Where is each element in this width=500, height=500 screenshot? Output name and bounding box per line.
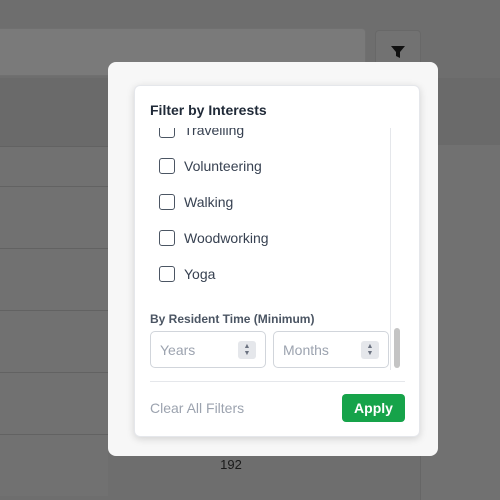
months-stepper[interactable]: ▲ ▼ [361,341,379,359]
clear-all-filters-link[interactable]: Clear All Filters [150,400,244,416]
interest-option[interactable]: Volunteering [159,156,262,176]
interest-label: Yoga [184,266,216,282]
background-table-row [0,248,108,310]
filter-panel: Filter by Interests Travelling Volunteer… [134,85,420,437]
interest-option[interactable]: Walking [159,192,233,212]
chevron-up-icon[interactable]: ▲ [244,343,251,350]
interest-label: Woodworking [184,230,269,246]
interest-label: Travelling [184,128,245,138]
background-table-row [0,434,108,496]
chevron-down-icon[interactable]: ▼ [244,350,251,357]
panel-title: Filter by Interests [150,102,267,118]
background-table-value: 192 [220,457,242,472]
checkbox[interactable] [159,266,175,282]
funnel-icon [391,46,405,58]
interests-list[interactable]: Travelling Volunteering Walking Woodwork… [135,128,407,368]
interest-label: Volunteering [184,158,262,174]
checkbox[interactable] [159,194,175,210]
scrollbar-thumb[interactable] [394,328,400,368]
checkbox[interactable] [159,158,175,174]
interest-option[interactable]: Travelling [159,128,244,140]
chevron-up-icon[interactable]: ▲ [367,343,374,350]
chevron-down-icon[interactable]: ▼ [367,350,374,357]
checkbox[interactable] [159,128,175,138]
interest-option[interactable]: Woodworking [159,228,269,248]
divider [150,381,405,382]
background-table-row [0,186,108,248]
interest-label: Walking [184,194,234,210]
background-table-row [0,310,108,372]
background-table-row [0,372,108,434]
years-stepper[interactable]: ▲ ▼ [238,341,256,359]
resident-time-label: By Resident Time (Minimum) [150,312,315,326]
apply-button[interactable]: Apply [342,394,405,422]
months-field[interactable]: ▲ ▼ [273,331,389,368]
years-field[interactable]: ▲ ▼ [150,331,266,368]
interest-option[interactable]: Yoga [159,264,215,284]
checkbox[interactable] [159,230,175,246]
